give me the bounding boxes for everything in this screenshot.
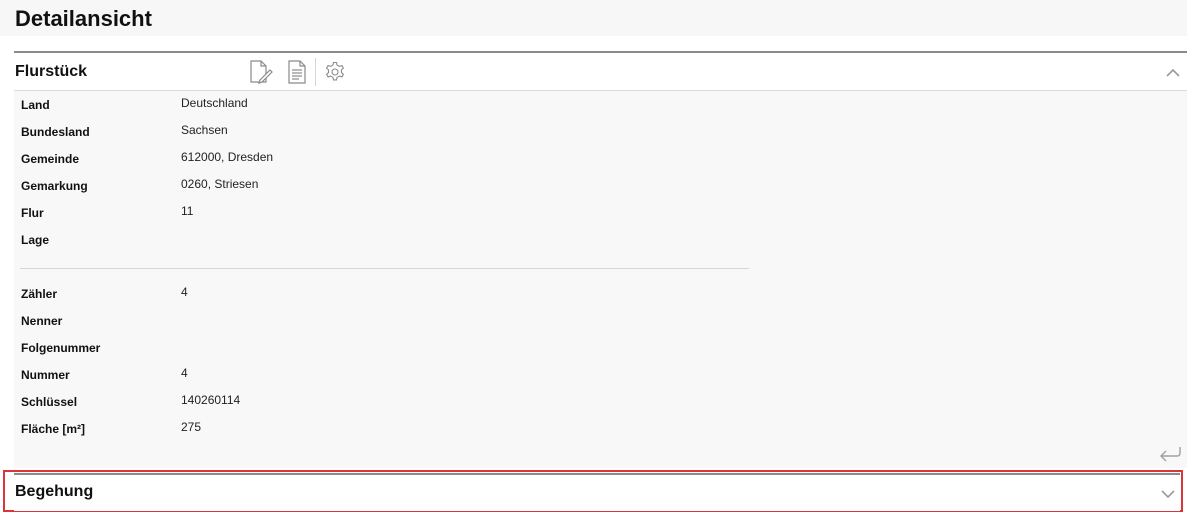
settings-gear-icon[interactable] — [322, 59, 348, 85]
field-value: 4 — [181, 366, 188, 380]
return-arrow-icon[interactable] — [1158, 444, 1182, 464]
edit-document-icon[interactable] — [248, 59, 274, 85]
chevron-up-icon[interactable] — [1165, 65, 1181, 77]
field-label: Lage — [21, 233, 50, 247]
field-value: 140260114 — [181, 393, 241, 407]
field-label: Gemeinde — [21, 152, 80, 166]
field-label: Nummer — [21, 368, 70, 382]
field-value: 11 — [181, 204, 194, 218]
field-label: Land — [21, 98, 50, 112]
field-label: Schlüssel — [21, 395, 78, 409]
page-title: Detailansicht — [15, 6, 152, 31]
chevron-down-icon[interactable] — [1160, 487, 1176, 499]
field-label: Bundesland — [21, 125, 90, 139]
field-label: Zähler — [21, 287, 58, 301]
flurstueck-panel: Flurstück Land Deutschland Bundesland Sa… — [14, 51, 1187, 468]
begehung-panel-title: Begehung — [15, 483, 94, 500]
page-header: Detailansicht — [0, 0, 1187, 36]
field-label: Fläche [m²] — [21, 422, 86, 436]
flurstueck-panel-header[interactable]: Flurstück — [14, 53, 1187, 91]
field-value: 4 — [181, 285, 188, 299]
begehung-panel[interactable]: Begehung — [3, 470, 1183, 512]
field-value: Sachsen — [181, 123, 228, 137]
field-value: 612000, Dresden — [181, 150, 274, 164]
toolbar-separator — [315, 58, 316, 86]
flurstueck-panel-title: Flurstück — [15, 63, 88, 80]
begehung-panel-header[interactable]: Begehung — [14, 473, 1180, 511]
field-value: 0260, Striesen — [181, 177, 259, 191]
field-value: Deutschland — [181, 96, 248, 110]
document-icon[interactable] — [284, 59, 310, 85]
field-label: Folgenummer — [21, 341, 101, 355]
field-label: Flur — [21, 206, 44, 220]
field-value: 275 — [181, 420, 202, 434]
field-label: Gemarkung — [21, 179, 88, 193]
section-divider — [20, 268, 749, 269]
field-label: Nenner — [21, 314, 63, 328]
